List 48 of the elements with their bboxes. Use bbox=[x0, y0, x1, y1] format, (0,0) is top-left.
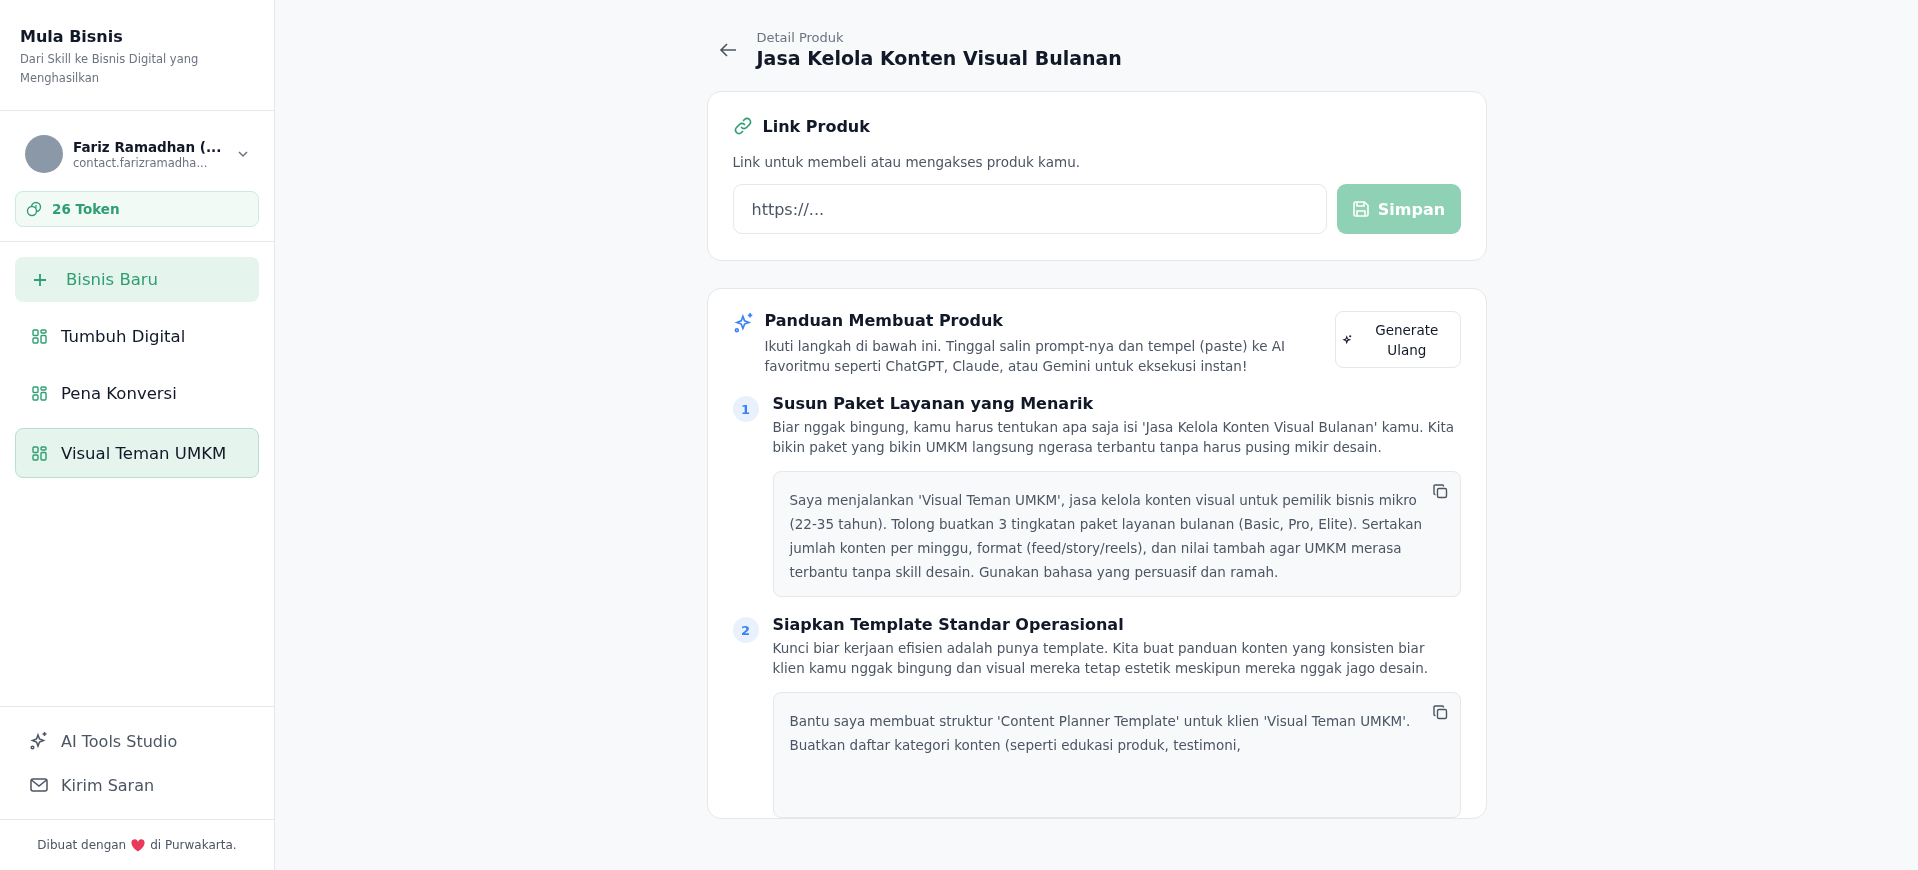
sparkle-icon bbox=[29, 731, 49, 751]
step-title: Siapkan Template Standar Operasional bbox=[772, 615, 1125, 634]
sparkle-icon bbox=[732, 312, 755, 334]
chevron-down-icon bbox=[237, 150, 249, 158]
grid-icon bbox=[32, 386, 47, 401]
grid-icon bbox=[32, 329, 47, 344]
business-item[interactable]: Pena Konversi bbox=[15, 371, 259, 416]
heart-icon bbox=[131, 838, 146, 852]
token-count: 26 Token bbox=[52, 201, 120, 217]
step-description: Kunci biar kerjaan efisien adalah punya template. Kita buat panduan konten yang konsisten biar klien kamu nggak bingung dan visual mereka tetap estetik meskipun mereka nggak jago desain. bbox=[772, 639, 1430, 678]
footer-text: Dibuat dengan bbox=[37, 838, 127, 852]
step-number: 1 bbox=[732, 396, 759, 422]
page-title: Jasa Kelola Konten Visual Bulanan bbox=[756, 47, 1122, 69]
step-number: 2 bbox=[732, 617, 759, 643]
step-description: Biar nggak bingung, kamu harus tentukan apa saja isi 'Jasa Kelola Konten Visual Bulanan' kamu. Kita bikin paket yang bikin UMKM langsung ngerasa terbantu tanpa harus pusing mikir desain. bbox=[772, 418, 1456, 457]
copy-icon bbox=[1432, 705, 1448, 720]
user-email: contact.farizramadha... bbox=[73, 155, 209, 170]
copy-button[interactable] bbox=[1432, 484, 1448, 500]
coins-icon bbox=[26, 201, 42, 217]
prompt-text: Saya menjalankan 'Visual Teman UMKM', jasa kelola konten visual untuk pemilik bisnis mikro (22-35 tahun). Tolong buatkan 3 tingkatan paket layanan bulanan (Basic, Pro, Elite). Sertakan jumlah konten per minggu, format (feed/story/reels), dan nilai tambah agar UMKM merasa terbantu tanpa skill desain. Gunakan bahasa yang persuasif dan ramah. bbox=[789, 491, 1423, 582]
sparkle-icon bbox=[1341, 333, 1353, 346]
arrow-left-icon bbox=[718, 41, 737, 58]
card-description: Ikuti langkah di bawah ini. Tinggal salin prompt-nya dan tempel (paste) ke AI favoritmu seperti ChatGPT, Claude, atau Gemini untuk eksekusi instan! bbox=[764, 337, 1286, 376]
card-title: Panduan Membuat Produk bbox=[764, 311, 1004, 330]
grid-icon bbox=[32, 445, 47, 461]
sidebar-link[interactable]: Kirim Saran bbox=[15, 763, 259, 807]
business-item[interactable]: Tumbuh Digital bbox=[15, 314, 259, 359]
copy-button[interactable] bbox=[1432, 705, 1448, 721]
user-menu[interactable]: Fariz Ramadhan (... contact.farizramadha... bbox=[15, 135, 259, 173]
user-name: Fariz Ramadhan (... bbox=[73, 138, 223, 155]
copy-icon bbox=[1432, 484, 1448, 499]
app-tagline: Dari Skill ke Bisnis Digital yang Menghasilkan bbox=[20, 51, 200, 87]
url-input-field[interactable]: https://... bbox=[732, 184, 1327, 234]
card-description: Link untuk membeli atau mengakses produk kamu. bbox=[732, 154, 1081, 170]
card-title: Link Produk bbox=[762, 116, 870, 136]
business-item[interactable]: Visual Teman UMKM bbox=[15, 428, 259, 478]
prompt-text: Bantu saya membuat struktur 'Content Planner Template' untuk klien 'Visual Teman UMKM'. Buatkan daftar kategori konten (seperti edukasi produk, testimoni, bbox=[789, 712, 1412, 755]
step-title: Susun Paket Layanan yang Menarik bbox=[772, 394, 1095, 413]
mail-icon bbox=[29, 775, 49, 795]
link-icon bbox=[732, 116, 753, 136]
plus-icon bbox=[32, 271, 48, 288]
sidebar-link[interactable]: AI Tools Studio bbox=[15, 719, 259, 763]
save-icon bbox=[1351, 200, 1370, 218]
app-title: Mula Bisnis bbox=[20, 27, 124, 46]
breadcrumb-label: Detail Produk bbox=[756, 30, 845, 45]
footer-text: di Purwakarta. bbox=[150, 838, 237, 852]
regenerate-button[interactable]: Generate Ulang bbox=[1334, 311, 1461, 368]
avatar-photo-placeholder bbox=[25, 135, 63, 173]
